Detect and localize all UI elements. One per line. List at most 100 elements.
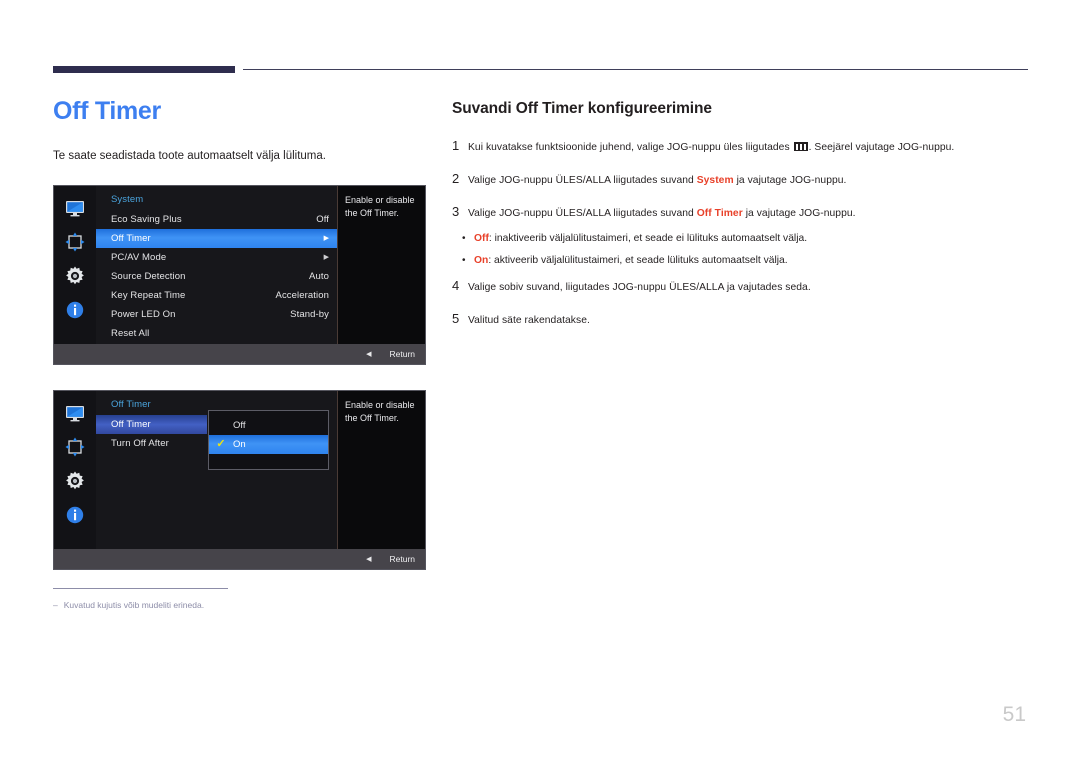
step-text-part: Valige JOG-nuppu ÜLES/ALLA liigutades su…	[468, 208, 697, 219]
monitor-icon[interactable]	[64, 402, 86, 424]
osd2-return-label[interactable]: Return	[389, 554, 415, 564]
gear-icon[interactable]	[64, 470, 86, 492]
osd1-menu: System Eco Saving Plus Off Off Timer ▶ P…	[96, 186, 337, 344]
check-icon: ✓	[216, 438, 226, 450]
section-title: Suvandi Off Timer konfigureerimine	[452, 100, 712, 117]
bullet-accent-term: On	[474, 255, 489, 266]
option-bullets: • Off: inaktiveerib väljalülitustaimeri,…	[452, 231, 1032, 268]
osd1-row-source-detection[interactable]: Source Detection Auto	[96, 267, 337, 286]
header-rules	[0, 66, 1080, 76]
osd1-row-off-timer[interactable]: Off Timer ▶	[96, 229, 337, 248]
step-text-part: ja vajutage JOG-nuppu.	[742, 208, 856, 219]
footnote-dash: ‒	[53, 600, 58, 610]
header-rule-thick	[53, 66, 235, 73]
osd2-menu: Off Timer Off Timer Turn Off After Off ✓…	[96, 391, 337, 549]
step-number: 1	[452, 138, 460, 153]
info-icon[interactable]	[64, 504, 86, 526]
osd2-dropdown-off-timer-options: Off ✓ On	[208, 410, 329, 470]
footnote-divider	[53, 588, 228, 589]
osd1-sidebar	[54, 186, 96, 344]
header-rule-thin	[243, 69, 1028, 70]
dropdown-option-on[interactable]: ✓ On	[209, 435, 328, 454]
step-4: 4 Valige sobiv suvand, liigutades JOG-nu…	[452, 278, 1032, 295]
step-3: 3 Valige JOG-nuppu ÜLES/ALLA liigutades …	[452, 204, 1032, 221]
osd-screenshot-system-menu: System Eco Saving Plus Off Off Timer ▶ P…	[53, 185, 426, 365]
osd1-return-label[interactable]: Return	[389, 349, 415, 359]
left-column: Off Timer Te saate seadistada toote auto…	[53, 96, 433, 164]
bullet-rest: : aktiveerib väljalülitustaimeri, et sea…	[488, 255, 788, 266]
step-text-part: Valige JOG-nuppu ÜLES/ALLA liigutades su…	[468, 175, 697, 186]
bullet-text: Off: inaktiveerib väljalülitustaimeri, e…	[474, 231, 807, 246]
osd1-help-panel: Enable or disable the Off Timer.	[337, 186, 425, 344]
osd2-row-off-timer[interactable]: Off Timer	[96, 415, 207, 434]
osd1-row-reset-all[interactable]: Reset All	[96, 324, 337, 343]
steps-list: 1 Kui kuvatakse funktsioonide juhend, va…	[452, 138, 1032, 328]
osd2-sidebar	[54, 391, 96, 549]
dropdown-option-label: On	[233, 439, 246, 450]
osd1-body: System Eco Saving Plus Off Off Timer ▶ P…	[54, 186, 425, 344]
osd1-row-label: Power LED On	[111, 309, 176, 320]
bullet-dot: •	[462, 255, 466, 266]
chevron-right-icon: ▶	[323, 254, 329, 261]
right-column: Suvandi Off Timer konfigureerimine 1 Kui…	[452, 100, 1032, 346]
osd1-footer: ◀ Return	[54, 344, 425, 364]
osd2-body: Off Timer Off Timer Turn Off After Off ✓…	[54, 391, 425, 549]
step-text: Kui kuvatakse funktsioonide juhend, vali…	[468, 140, 954, 155]
osd1-row-label: Key Repeat Time	[111, 290, 186, 301]
move-arrows-icon[interactable]	[64, 231, 86, 253]
osd1-row-pc-av-mode[interactable]: PC/AV Mode ▶	[96, 248, 337, 267]
step-accent-term: System	[696, 175, 734, 186]
step-text-part: . Seejärel vajutage JOG-nuppu.	[808, 142, 955, 153]
osd1-row-label: Off Timer	[111, 233, 151, 244]
osd1-row-label: Source Detection	[111, 271, 186, 282]
footnote-block: ‒ Kuvatud kujutis võib mudeliti erineda.	[53, 588, 353, 611]
bullet-text: On: aktiveerib väljalülitustaimeri, et s…	[474, 253, 788, 268]
back-arrow-icon[interactable]: ◀	[366, 555, 371, 563]
step-accent-term: Off Timer	[696, 208, 743, 219]
osd1-row-value: Acceleration	[275, 290, 329, 301]
step-text-part: ja vajutage JOG-nuppu.	[733, 175, 847, 186]
osd1-row-label: PC/AV Mode	[111, 252, 167, 263]
step-text: Valige JOG-nuppu ÜLES/ALLA liigutades su…	[468, 173, 846, 188]
osd-screenshot-off-timer-menu: Off Timer Off Timer Turn Off After Off ✓…	[53, 390, 426, 570]
bullet-dot: •	[462, 233, 466, 244]
page-title: Off Timer	[53, 97, 161, 125]
step-text: Valitud säte rakendatakse.	[468, 315, 590, 326]
monitor-icon[interactable]	[64, 197, 86, 219]
osd1-row-value: Off	[316, 214, 329, 225]
step-text-part: Kui kuvatakse funktsioonide juhend, vali…	[468, 142, 793, 153]
function-guide-icon	[793, 142, 808, 151]
step-5: 5 Valitud säte rakendatakse.	[452, 311, 1032, 328]
step-number: 2	[452, 171, 460, 186]
bullet-on: • On: aktiveerib väljalülitustaimeri, et…	[452, 253, 1032, 268]
bullet-rest: : inaktiveerib väljalülitustaimeri, et s…	[488, 233, 808, 244]
step-number: 4	[452, 278, 460, 293]
intro-paragraph: Te saate seadistada toote automaatselt v…	[53, 150, 326, 162]
osd1-row-value: Auto	[309, 271, 329, 282]
chevron-right-icon: ▶	[323, 235, 329, 242]
step-number: 5	[452, 311, 460, 326]
footnote-text: Kuvatud kujutis võib mudeliti erineda.	[63, 600, 205, 610]
osd1-menu-title: System	[111, 194, 144, 205]
back-arrow-icon[interactable]: ◀	[366, 350, 371, 358]
gear-icon[interactable]	[64, 265, 86, 287]
osd1-row-eco-saving-plus[interactable]: Eco Saving Plus Off	[96, 210, 337, 229]
osd1-row-value: Stand-by	[290, 309, 329, 320]
step-text: Valige JOG-nuppu ÜLES/ALLA liigutades su…	[468, 206, 856, 221]
page-number: 51	[1002, 703, 1026, 726]
step-text: Valige sobiv suvand, liigutades JOG-nupp…	[468, 282, 811, 293]
move-arrows-icon[interactable]	[64, 436, 86, 458]
osd1-row-power-led-on[interactable]: Power LED On Stand-by	[96, 305, 337, 324]
step-number: 3	[452, 204, 460, 219]
osd1-row-label: Reset All	[111, 328, 150, 339]
dropdown-option-off[interactable]: Off	[209, 416, 328, 435]
step-2: 2 Valige JOG-nuppu ÜLES/ALLA liigutades …	[452, 171, 1032, 188]
osd1-row-label: Eco Saving Plus	[111, 214, 182, 225]
footnote: ‒ Kuvatud kujutis võib mudeliti erineda.	[53, 599, 353, 611]
osd1-row-key-repeat-time[interactable]: Key Repeat Time Acceleration	[96, 286, 337, 305]
info-icon[interactable]	[64, 299, 86, 321]
bullet-accent-term: Off	[474, 233, 489, 244]
step-1: 1 Kui kuvatakse funktsioonide juhend, va…	[452, 138, 1032, 155]
osd2-help-panel: Enable or disable the Off Timer.	[337, 391, 425, 549]
bullet-off: • Off: inaktiveerib väljalülitustaimeri,…	[452, 231, 1032, 246]
